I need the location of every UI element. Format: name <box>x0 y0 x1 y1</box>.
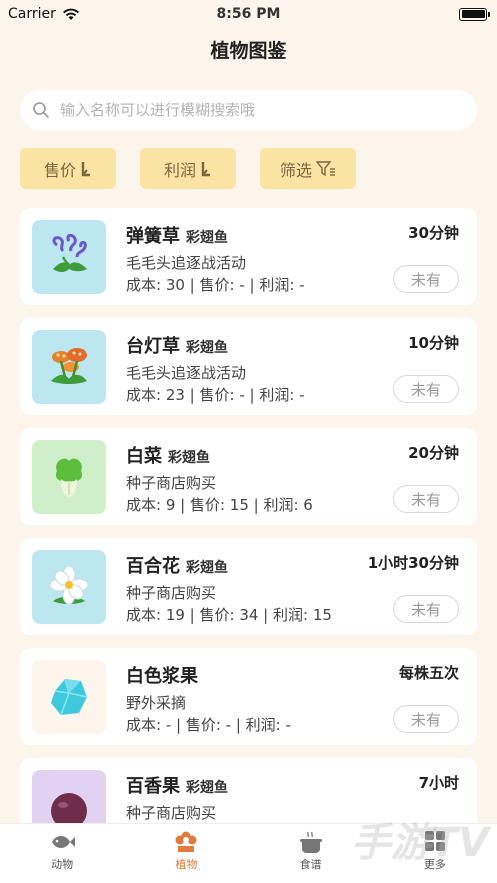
status-time: 8:56 PM <box>216 6 281 22</box>
plant-name: 台灯草 彩翅鱼 <box>126 332 228 358</box>
sort-by-price-button[interactable]: 售价 <box>20 148 116 189</box>
plant-source: 毛毛头追逐战活动 <box>126 364 247 382</box>
plant-thumbnail <box>32 330 106 404</box>
ownership-status-button[interactable]: 未有 <box>393 595 459 623</box>
filter-bar: 售价 利润 筛选 <box>20 148 356 189</box>
fish-icon <box>52 836 76 848</box>
tab-plants[interactable]: 植物 <box>124 824 248 883</box>
plant-stats: 成本: 30 | 售价: - | 利润: - <box>126 276 305 294</box>
cabbage-icon <box>55 458 83 497</box>
plant-grow-time: 20分钟 <box>408 444 459 462</box>
plant-source: 种子商店购买 <box>126 584 217 602</box>
plant-card[interactable]: 百合花 彩翅鱼 种子商店购买 成本: 19 | 售价: 34 | 利润: 15 … <box>20 538 477 635</box>
search-input[interactable] <box>60 101 460 119</box>
sort-desc-icon <box>201 161 210 176</box>
ownership-status-button[interactable]: 未有 <box>393 265 459 293</box>
lamp-grass-icon <box>51 348 87 384</box>
plant-grow-time: 1小时30分钟 <box>367 554 459 572</box>
search-bar[interactable] <box>20 90 477 130</box>
tab-recipes-label: 食谱 <box>299 858 322 871</box>
ownership-status-button[interactable]: 未有 <box>393 375 459 403</box>
plant-grow-time: 每株五次 <box>398 664 459 682</box>
plant-name-text: 白菜 <box>126 446 162 467</box>
filter-label: 筛选 <box>279 162 312 180</box>
tab-more[interactable]: 更多 <box>373 824 497 883</box>
plant-source: 毛毛头追逐战活动 <box>126 254 247 272</box>
flower-icon <box>175 831 197 852</box>
plant-source: 种子商店购买 <box>126 804 217 822</box>
passion-fruit-icon <box>51 793 87 823</box>
search-icon <box>33 102 49 118</box>
plant-card[interactable]: 弹簧草 彩翅鱼 毛毛头追逐战活动 成本: 30 | 售价: - | 利润: - … <box>20 208 477 305</box>
plant-card[interactable]: 白色浆果 野外采摘 成本: - | 售价: - | 利润: - 每株五次 未有 <box>20 648 477 745</box>
sort-desc-icon <box>81 161 90 176</box>
tab-recipes[interactable]: 食谱 <box>249 824 373 883</box>
plant-grow-time: 7小时 <box>418 774 459 792</box>
plant-tag: 彩翅鱼 <box>186 560 228 576</box>
plant-name: 百合花 彩翅鱼 <box>126 552 228 578</box>
sort-by-profit-label: 利润 <box>163 162 196 180</box>
plant-tag: 彩翅鱼 <box>168 450 210 466</box>
plant-name: 百香果 彩翅鱼 <box>126 772 228 798</box>
plant-name-text: 弹簧草 <box>126 226 180 247</box>
plant-name-text: 百合花 <box>126 556 180 577</box>
plant-name: 白菜 彩翅鱼 <box>126 442 210 468</box>
plant-thumbnail <box>32 770 106 823</box>
plant-card[interactable]: 台灯草 彩翅鱼 毛毛头追逐战活动 成本: 23 | 售价: - | 利润: - … <box>20 318 477 415</box>
ownership-status-button[interactable]: 未有 <box>393 705 459 733</box>
plant-name-text: 白色浆果 <box>126 666 198 687</box>
plant-name-text: 台灯草 <box>126 336 180 357</box>
white-berry-icon <box>51 678 88 716</box>
plant-thumbnail <box>32 550 106 624</box>
tab-bar: 动物 植物 食谱 更多 <box>0 823 497 883</box>
plant-source: 野外采摘 <box>126 694 187 712</box>
plant-thumbnail <box>32 660 106 734</box>
sort-by-profit-button[interactable]: 利润 <box>140 148 236 189</box>
ownership-status-button[interactable]: 未有 <box>393 485 459 513</box>
grid-icon <box>424 831 445 851</box>
tab-animals-label: 动物 <box>51 858 74 871</box>
plant-stats: 成本: 9 | 售价: 15 | 利润: 6 <box>126 496 313 514</box>
plant-tag: 彩翅鱼 <box>186 340 228 356</box>
filter-icon <box>316 160 335 176</box>
plant-tag: 彩翅鱼 <box>186 780 228 796</box>
plant-grow-time: 10分钟 <box>408 334 459 352</box>
plant-stats: 成本: - | 售价: - | 利润: - <box>126 716 291 734</box>
sort-by-price-label: 售价 <box>43 162 76 180</box>
plant-name: 白色浆果 <box>126 662 198 688</box>
page-title: 植物图鉴 <box>210 40 287 62</box>
tab-more-label: 更多 <box>423 858 446 871</box>
lily-icon <box>49 565 89 605</box>
pot-icon <box>299 831 322 853</box>
plant-stats: 成本: 19 | 售价: 34 | 利润: 15 <box>126 606 332 624</box>
plant-card[interactable]: 白菜 彩翅鱼 种子商店购买 成本: 9 | 售价: 15 | 利润: 6 20分… <box>20 428 477 525</box>
plant-source: 种子商店购买 <box>126 474 217 492</box>
plant-tag: 彩翅鱼 <box>186 230 228 246</box>
plant-name: 弹簧草 彩翅鱼 <box>126 222 228 248</box>
spring-grass-icon <box>52 233 87 272</box>
filter-button[interactable]: 筛选 <box>260 148 356 189</box>
plant-name-text: 百香果 <box>126 776 180 797</box>
plant-thumbnail <box>32 220 106 294</box>
tab-animals[interactable]: 动物 <box>0 824 124 883</box>
plant-thumbnail <box>32 440 106 514</box>
plant-card[interactable]: 百香果 彩翅鱼 种子商店购买 7小时 <box>20 758 477 823</box>
plant-grow-time: 30分钟 <box>408 224 459 242</box>
tab-plants-label: 植物 <box>175 858 198 871</box>
plant-list: 弹簧草 彩翅鱼 毛毛头追逐战活动 成本: 30 | 售价: - | 利润: - … <box>20 208 477 823</box>
plant-stats: 成本: 23 | 售价: - | 利润: - <box>126 386 305 404</box>
